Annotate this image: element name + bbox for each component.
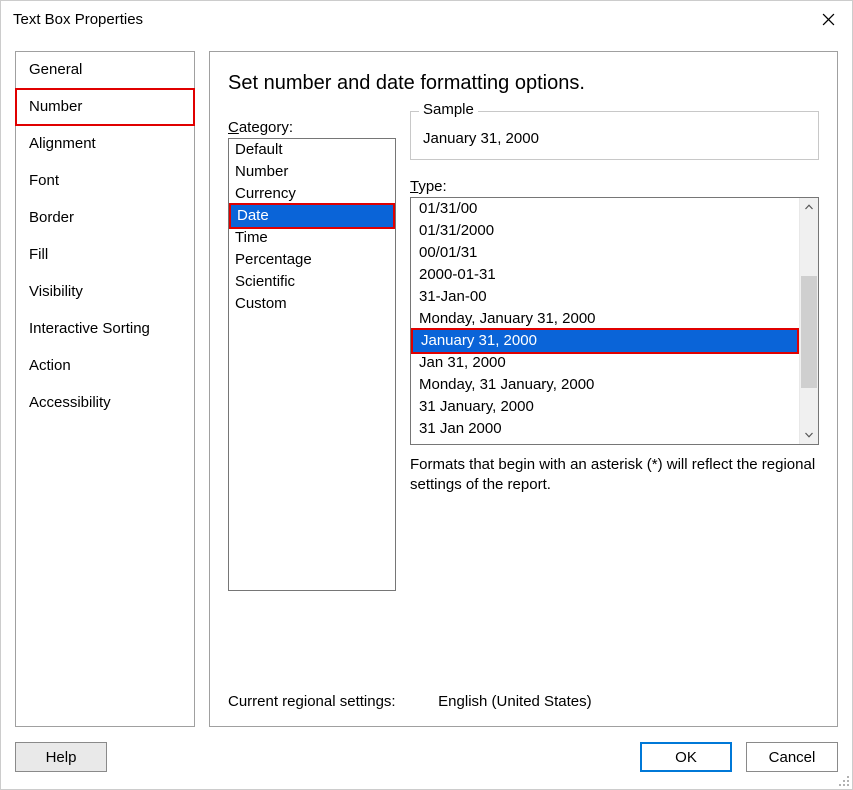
sidebar-item-border[interactable]: Border (15, 199, 195, 237)
type-item[interactable]: 2000-01-31 (411, 264, 799, 286)
regional-value: English (United States) (438, 693, 591, 710)
window-title: Text Box Properties (13, 11, 810, 28)
scroll-down-button[interactable] (800, 426, 818, 444)
titlebar: Text Box Properties (1, 1, 852, 38)
type-scrollbar[interactable] (799, 198, 818, 444)
category-item-currency[interactable]: Currency (229, 183, 395, 205)
ok-button[interactable]: OK (640, 742, 732, 772)
main-panel: Set number and date formatting options. … (209, 51, 838, 727)
category-item-number[interactable]: Number (229, 161, 395, 183)
type-label: Type: (410, 178, 819, 195)
sample-value: January 31, 2000 (421, 130, 808, 147)
sidebar-item-fill[interactable]: Fill (15, 236, 195, 274)
resize-grip-icon (836, 773, 850, 787)
type-item[interactable]: Jan 31, 2000 (411, 352, 799, 374)
category-item-percentage[interactable]: Percentage (229, 249, 395, 271)
help-button[interactable]: Help (15, 742, 107, 772)
sample-label: Sample (419, 101, 478, 118)
cancel-button[interactable]: Cancel (746, 742, 838, 772)
type-item[interactable]: 31-Jan-00 (411, 286, 799, 308)
chevron-up-icon (805, 204, 813, 210)
type-item[interactable]: 01/31/2000 (411, 220, 799, 242)
type-item[interactable]: 00/01/31 (411, 242, 799, 264)
sidebar-item-visibility[interactable]: Visibility (15, 273, 195, 311)
sidebar-item-accessibility[interactable]: Accessibility (15, 384, 195, 422)
type-item[interactable]: Monday, January 31, 2000 (411, 308, 799, 330)
scroll-up-button[interactable] (800, 198, 818, 216)
sidebar-item-general[interactable]: General (15, 51, 195, 89)
category-item-custom[interactable]: Custom (229, 293, 395, 315)
sidebar-item-number[interactable]: Number (15, 88, 195, 126)
sidebar-item-font[interactable]: Font (15, 162, 195, 200)
sidebar-item-alignment[interactable]: Alignment (15, 125, 195, 163)
dialog-footer: Help OK Cancel (15, 739, 838, 775)
type-listbox[interactable]: 01/31/00 01/31/2000 00/01/31 2000-01-31 … (410, 197, 819, 445)
close-icon (822, 13, 835, 26)
type-item[interactable]: Monday, 31 January, 2000 (411, 374, 799, 396)
type-item[interactable]: Monday, January 31, 2000 1:30:00 PM (411, 440, 799, 444)
scroll-thumb[interactable] (801, 276, 817, 388)
category-item-scientific[interactable]: Scientific (229, 271, 395, 293)
sidebar-item-action[interactable]: Action (15, 347, 195, 385)
sample-group: Sample January 31, 2000 (410, 111, 819, 160)
category-listbox[interactable]: Default Number Currency Date Time Percen… (228, 138, 396, 591)
page-heading: Set number and date formatting options. (228, 72, 819, 95)
regional-label: Current regional settings: (228, 693, 434, 710)
category-label: Category: (228, 119, 396, 136)
close-button[interactable] (810, 5, 846, 35)
resize-grip[interactable] (836, 773, 850, 787)
category-item-time[interactable]: Time (229, 227, 395, 249)
category-item-default[interactable]: Default (229, 139, 395, 161)
properties-sidebar: General Number Alignment Font Border Fil… (15, 51, 195, 727)
sidebar-item-interactive-sorting[interactable]: Interactive Sorting (15, 310, 195, 348)
format-note: Formats that begin with an asterisk (*) … (410, 455, 819, 496)
type-item[interactable]: 31 Jan 2000 (411, 418, 799, 440)
type-item[interactable]: 01/31/00 (411, 198, 799, 220)
type-item[interactable]: 31 January, 2000 (411, 396, 799, 418)
regional-settings: Current regional settings: English (Unit… (228, 693, 819, 714)
category-item-date[interactable]: Date (229, 203, 395, 229)
type-item[interactable]: January 31, 2000 (411, 328, 799, 354)
chevron-down-icon (805, 432, 813, 438)
